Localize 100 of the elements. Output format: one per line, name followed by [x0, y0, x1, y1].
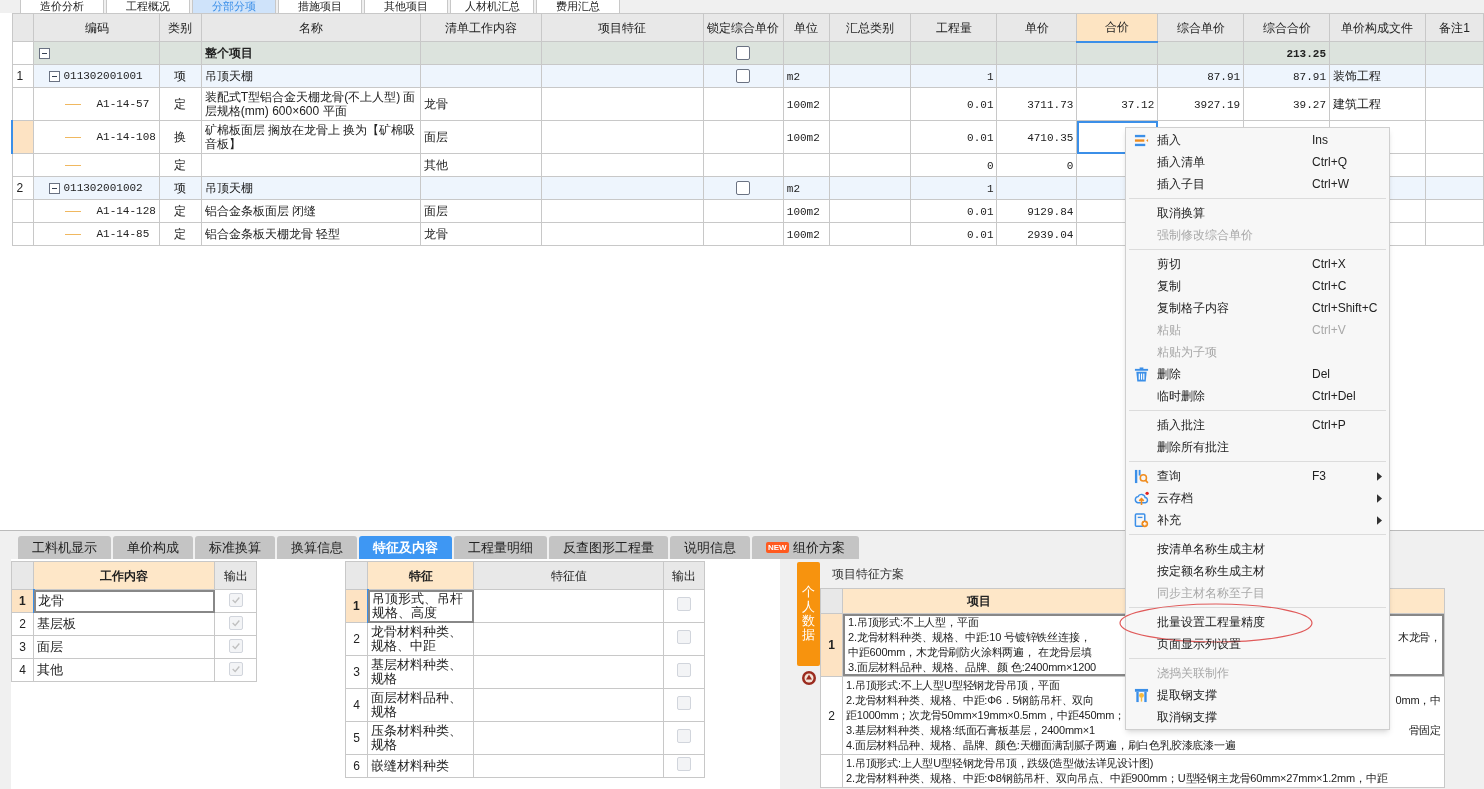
table-cell-text: 面层: [424, 204, 449, 218]
table-cell-text: 100m2: [786, 98, 820, 111]
scheme-line: 3.基层材料种类、规格:纸面石膏板基层，2400mm×1: [846, 723, 1095, 738]
item-code: A1-14-108: [96, 130, 156, 144]
table-cell-text: 2939.04: [1027, 228, 1074, 241]
row-number: 1: [16, 69, 24, 83]
item-code: A1-14-128: [96, 204, 156, 218]
table-cell-text: 定: [174, 97, 187, 111]
table-cell-text: 龙骨: [424, 97, 449, 111]
table-cell-text: 龙骨材料种类、规格、中距: [371, 625, 462, 653]
row-number: 2: [828, 707, 835, 725]
row-number: 5: [353, 731, 360, 745]
tab-label: 标准换算: [209, 538, 261, 557]
table-cell-text: 100m2: [786, 228, 820, 241]
table-cell-text: 定: [174, 158, 187, 172]
table-cell-text: 换: [174, 130, 187, 144]
tab-label: 换算信息: [291, 538, 343, 557]
row-number: 2: [16, 181, 24, 195]
table-cell-text: 100m2: [786, 205, 820, 218]
table-cell-text: 100m2: [786, 131, 820, 144]
row-number: 1: [828, 637, 835, 654]
table-cell-text: 吊顶形式、吊杆规格、高度: [371, 592, 463, 620]
item-code: 011302001001: [63, 69, 143, 83]
table-cell-text: 其他: [37, 663, 63, 677]
table-cell-text: 龙骨: [37, 594, 64, 608]
table-cell-text: 87.91: [1293, 70, 1327, 83]
table-cell-text: 建筑工程: [1333, 97, 1382, 111]
row-number: 4: [353, 698, 360, 712]
scheme-line: 3.面层材料品种、规格、品牌、颜 色:2400mm×1200: [848, 660, 1096, 675]
table-cell-text: 3927.19: [1193, 98, 1241, 111]
scheme-line: 2.龙骨材料种类、规格、中距:10 号镀锌铁丝连接，: [848, 630, 1091, 645]
scheme-line-end: 0mm，中: [1395, 693, 1441, 708]
tab-label: 工料机显示: [32, 538, 97, 557]
table-cell-text: m2: [786, 182, 800, 195]
table-cell-text: 定: [174, 227, 187, 241]
row-number: 4: [19, 663, 26, 677]
item-name: 吊顶天棚: [204, 69, 253, 83]
tab-label: 特征及内容: [373, 538, 438, 557]
row-number: 1: [18, 594, 26, 608]
item-name: 矿棉板面层 搁放在龙骨上 换为【矿棉吸音板】: [204, 123, 416, 151]
tab-label: 组价方案: [792, 538, 845, 557]
table-cell-text: 0.01: [967, 98, 994, 111]
scheme-line: 中距600mm，木龙骨刷防火涂料两遍， 在龙骨层填: [848, 645, 1092, 660]
tab-label: 反查图形工程量: [563, 538, 654, 557]
table-cell-text: 0.01: [967, 131, 994, 144]
item-code: A1-14-57: [96, 97, 150, 111]
table-cell-text: 压条材料种类、规格: [371, 724, 462, 752]
table-cell-text: 0: [986, 159, 994, 172]
table-cell-text: 1: [986, 182, 994, 195]
table-cell-text: 基层材料种类、规格: [371, 658, 462, 686]
table-cell-text: 其他: [424, 158, 449, 172]
tab-label: 工程量明细: [468, 538, 533, 557]
table-cell-text: 0.01: [967, 205, 994, 218]
scheme-line: 4.面层材料品种、规格、晶牌、颜色:天棚面满刮腻子两遍，刷白色乳胶漆底漆一遍: [846, 738, 1236, 753]
table-cell-text: 87.91: [1207, 70, 1241, 83]
table-cell-text: 1: [986, 70, 994, 83]
row-number: 6: [353, 759, 360, 773]
scheme-line: 距1000mm；次龙骨50mm×19mm×0.5mm，中距450mm；: [846, 708, 1126, 723]
item-name: 装配式T型铝合金天棚龙骨(不上人型) 面层规格(mm) 600×600 平面: [204, 90, 416, 118]
item-name: 铝合金条板面层 闭缝: [204, 204, 317, 218]
item-name: 铝合金条板天棚龙骨 轻型: [204, 227, 341, 241]
table-cell-text: 39.27: [1293, 98, 1327, 111]
row-number: 1: [352, 599, 360, 613]
table-cell-text: 定: [174, 204, 187, 218]
table-cell-text: 37.12: [1121, 98, 1155, 111]
tab-label: 说明信息: [684, 538, 736, 557]
row-number: 3: [353, 665, 360, 679]
table-cell-text: 项: [174, 69, 187, 83]
item-name: 整个项目: [204, 46, 253, 60]
row-number: 2: [19, 617, 26, 631]
table-cell-text: 3711.73: [1027, 98, 1074, 111]
table-cell-text: 0: [1066, 159, 1074, 172]
scheme-line: 1.吊顶形式:不上人型U型轻钢龙骨吊顶，平面: [846, 678, 1060, 693]
table-cell-text: 0.01: [967, 228, 994, 241]
item-code: A1-14-85: [96, 227, 150, 241]
item-name: 吊顶天棚: [204, 181, 253, 195]
panel-title: 项目特征方案: [832, 565, 904, 583]
scheme-line: 1.吊顶形式:不上人型，平面: [848, 615, 979, 630]
table-cell-text: 面层: [37, 640, 63, 654]
table-cell-text: 嵌缝材料种类: [371, 759, 449, 773]
table-cell-text: 面层: [424, 130, 449, 144]
scheme-line-end: 骨固定: [1408, 723, 1441, 738]
table-cell-text: 装饰工程: [1333, 69, 1382, 83]
row-number: 3: [19, 640, 26, 654]
new-badge: NEW: [766, 542, 789, 553]
scheme-line: 2.龙骨材料种类、规格、中距:Φ6．5钢筋吊杆、双向: [846, 693, 1095, 708]
tab-label: 单价构成: [127, 538, 179, 557]
scheme-line: 2.龙骨材料种类、规格、中距:Φ8钢筋吊杆、双向吊点、中距900mm；U型轻钢主龙骨60mm×27mm×1.2mm，中距: [846, 771, 1388, 786]
scheme-line-end: 木龙骨，: [1397, 630, 1441, 645]
table-cell-text: 213.25: [1286, 47, 1327, 60]
table-cell-text: m2: [786, 70, 800, 83]
table-cell-text: 9129.84: [1027, 205, 1074, 218]
scheme-line: 1.吊顶形式:上人型U型轻钢龙骨吊顶，跌级(造型做法详见设计图): [846, 756, 1154, 771]
row-number: 2: [353, 632, 360, 646]
table-cell-text: 基层板: [37, 617, 76, 631]
table-cell-text: 面层材料品种、规格: [371, 691, 462, 719]
table-cell-text: 4710.35: [1027, 131, 1074, 144]
item-code: 011302001002: [63, 181, 143, 195]
table-cell-text: 项: [174, 181, 187, 195]
table-cell-text: 龙骨: [424, 227, 449, 241]
